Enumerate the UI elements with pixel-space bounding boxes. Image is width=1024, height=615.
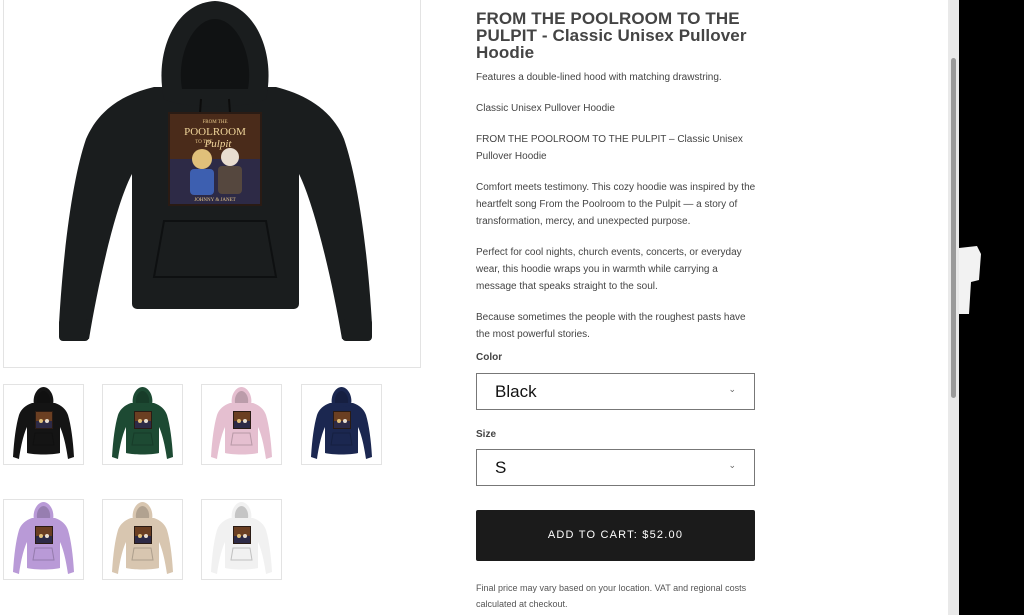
thumbnail-sand[interactable]: [102, 499, 183, 580]
description-paragraph: FROM THE POOLROOM TO THE PULPIT – Classi…: [476, 134, 743, 162]
print-line4: Pulpit: [204, 138, 233, 150]
description-paragraph: Classic Unisex Pullover Hoodie: [476, 103, 615, 114]
hoodie-thumb-illustration: [112, 502, 173, 574]
hoodie-thumb-illustration: [211, 387, 272, 459]
edge-artifact: [959, 246, 981, 314]
print-names: JOHNNY & JANET: [194, 198, 235, 203]
color-select-value: Black: [495, 382, 537, 401]
product-title: FROM THE POOLROOM TO THE PULPIT - Classi…: [476, 9, 747, 62]
description-paragraph: Features a double-lined hood with matchi…: [476, 72, 722, 83]
hoodie-thumb-illustration: [13, 502, 74, 574]
hoodie-thumb-illustration: [311, 387, 372, 459]
main-product-image[interactable]: FROM THE POOLROOM TO THE Pulpit JOHNNY &…: [3, 0, 421, 368]
hoodie-illustration: FROM THE POOLROOM TO THE Pulpit JOHNNY &…: [59, 1, 372, 341]
hoodie-thumb-illustration: [112, 387, 173, 459]
description-paragraph: Comfort meets testimony. This cozy hoodi…: [476, 182, 756, 227]
thumbnail-black[interactable]: [3, 384, 84, 465]
add-to-cart-button[interactable]: ADD TO CART: $52.00: [476, 510, 755, 561]
price-note: Final price may vary based on your locat…: [476, 583, 747, 609]
size-select[interactable]: S ⌄: [476, 449, 755, 486]
hoodie-thumb-illustration: [13, 387, 74, 459]
chevron-down-icon: ⌄: [728, 384, 736, 394]
thumbnail-forest-green[interactable]: [102, 384, 183, 465]
thumbnail-pink[interactable]: [201, 384, 282, 465]
chevron-down-icon: ⌄: [728, 460, 736, 470]
color-label: Color: [476, 352, 503, 363]
color-select[interactable]: Black ⌄: [476, 373, 755, 410]
page-scrollbar[interactable]: [948, 0, 959, 615]
description-paragraph: Perfect for cool nights, church events, …: [476, 247, 742, 292]
hoodie-thumb-illustration: [211, 502, 272, 574]
print-line1: FROM THE: [202, 120, 227, 125]
product-page: FROM THE POOLROOM TO THE Pulpit JOHNNY &…: [0, 0, 948, 615]
size-select-value: S: [495, 458, 507, 477]
print-line2: POOLROOM: [184, 126, 246, 138]
scrollbar-thumb[interactable]: [951, 58, 956, 398]
product-info: FROM THE POOLROOM TO THE PULPIT - Classi…: [476, 10, 761, 357]
description-paragraph: Because sometimes the people with the ro…: [476, 312, 746, 340]
size-label: Size: [476, 429, 497, 440]
thumbnail-lavender[interactable]: [3, 499, 84, 580]
thumbnail-navy[interactable]: [301, 384, 382, 465]
thumbnail-white[interactable]: [201, 499, 282, 580]
